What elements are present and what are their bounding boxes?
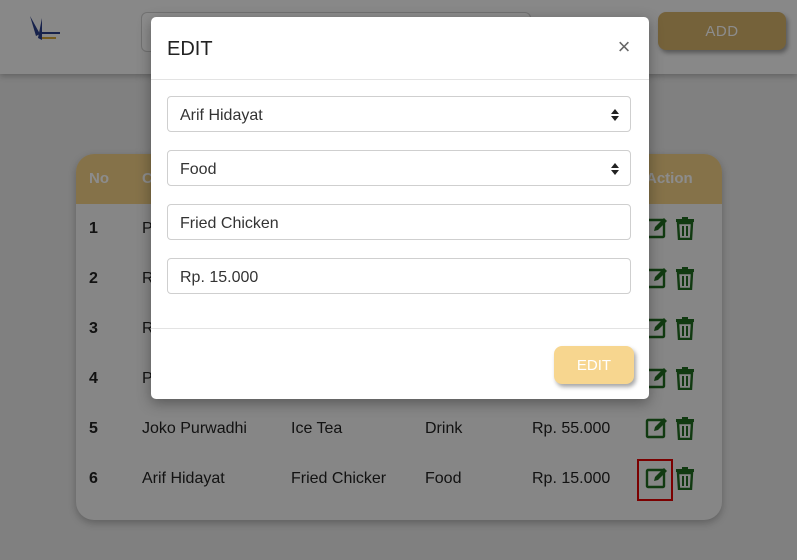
item-name-field[interactable]: Fried Chicken — [167, 204, 631, 240]
sort-arrows-icon — [610, 108, 620, 122]
sort-arrows-icon — [610, 162, 620, 176]
category-select-value: Food — [180, 161, 217, 178]
category-select[interactable]: Food — [167, 150, 631, 186]
modal-footer: EDIT — [151, 328, 649, 400]
modal-title: EDIT — [167, 38, 213, 60]
modal-header: EDIT × — [151, 17, 649, 80]
price-field[interactable]: Rp. 15.000 — [167, 258, 631, 294]
customer-select[interactable]: Arif Hidayat — [167, 96, 631, 132]
close-icon[interactable]: × — [613, 35, 635, 59]
edit-submit-button[interactable]: EDIT — [554, 346, 634, 384]
customer-select-value: Arif Hidayat — [180, 107, 263, 124]
edit-modal: EDIT × Arif Hidayat Food Fried Chicken R… — [151, 17, 649, 399]
item-name-value: Fried Chicken — [180, 215, 279, 232]
price-value: Rp. 15.000 — [180, 269, 259, 286]
